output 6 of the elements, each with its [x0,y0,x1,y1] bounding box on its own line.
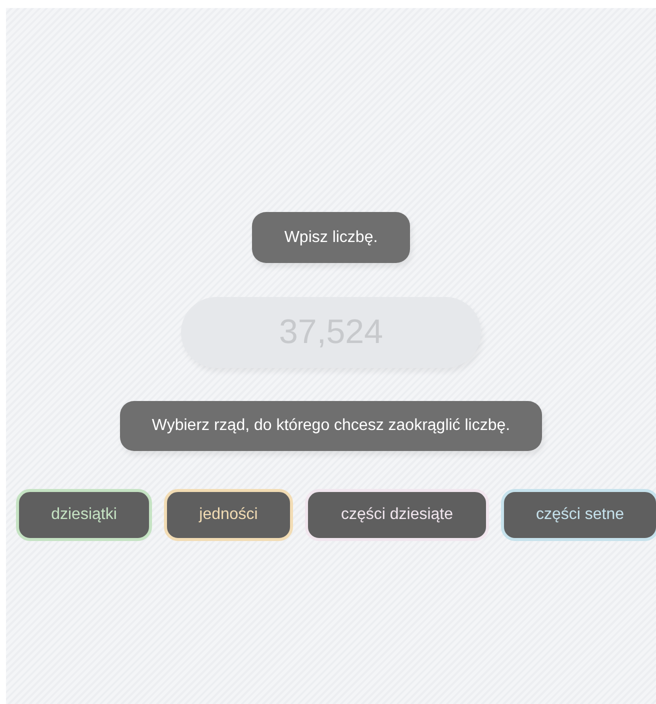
rounding-option[interactable]: części setne [501,489,656,541]
instruction-label: Wybierz rząd, do którego chcesz zaokrąglić liczbę. [120,401,542,451]
rounding-option[interactable]: dziesiątki [16,489,152,541]
prompt-label: Wpisz liczbę. [252,212,410,263]
rounding-option[interactable]: części dziesiąte [305,489,489,541]
rounding-option[interactable]: jedności [164,489,293,541]
